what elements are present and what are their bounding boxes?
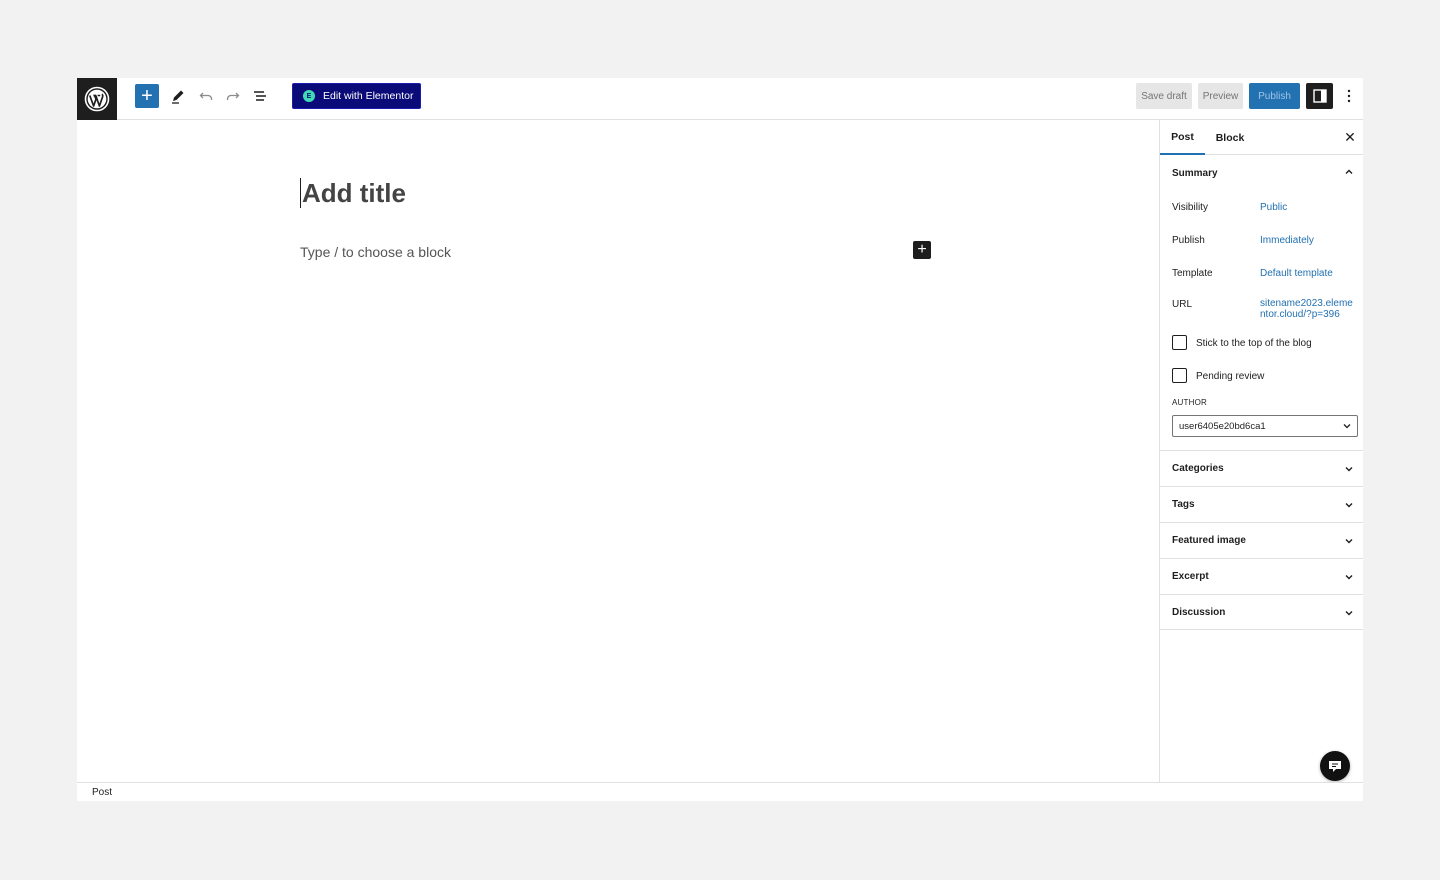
add-block-inline-button[interactable]: + — [913, 241, 931, 259]
tab-block[interactable]: Block — [1210, 120, 1250, 155]
elementor-logo-icon: E — [303, 90, 315, 102]
breadcrumb[interactable]: Post — [92, 787, 112, 798]
add-block-button[interactable]: + — [135, 84, 159, 108]
stick-to-top-label[interactable]: Stick to the top of the blog — [1196, 338, 1312, 349]
summary-panel-header[interactable]: Summary — [1160, 155, 1363, 191]
editor-toolbar: + E Edit with Elementor Save draft Previ… — [77, 78, 1363, 120]
featured-image-title: Featured image — [1172, 535, 1246, 546]
chevron-down-icon — [1345, 575, 1353, 580]
publish-date-link[interactable]: Immediately — [1260, 235, 1314, 246]
plus-icon: + — [141, 85, 153, 107]
template-value-link[interactable]: Default template — [1260, 268, 1333, 279]
undo-icon — [199, 92, 213, 100]
preview-button[interactable]: Preview — [1198, 83, 1243, 109]
plus-icon: + — [917, 241, 927, 258]
discussion-title: Discussion — [1172, 607, 1226, 618]
sidebar-tabs: Post Block ✕ — [1160, 120, 1363, 155]
categories-panel[interactable]: Categories — [1160, 450, 1363, 486]
excerpt-title: Excerpt — [1172, 571, 1209, 582]
chevron-down-icon — [1345, 611, 1353, 616]
visibility-label: Visibility — [1172, 202, 1208, 213]
excerpt-panel[interactable]: Excerpt — [1160, 558, 1363, 594]
publish-button[interactable]: Publish — [1249, 83, 1300, 109]
author-select[interactable]: user6405e20bd6ca1 — [1172, 415, 1358, 437]
chevron-down-icon — [1345, 539, 1353, 544]
wordpress-logo-icon[interactable] — [77, 78, 117, 120]
edit-with-elementor-button[interactable]: E Edit with Elementor — [292, 83, 421, 109]
stick-to-top-checkbox[interactable] — [1172, 335, 1187, 350]
chevron-up-icon — [1345, 169, 1353, 174]
editor-frame: + E Edit with Elementor Save draft Previ… — [77, 78, 1363, 801]
chat-icon — [1329, 761, 1341, 772]
tags-panel[interactable]: Tags — [1160, 486, 1363, 522]
post-title-input[interactable]: Add title — [300, 178, 406, 208]
list-view-icon — [254, 91, 266, 101]
block-placeholder[interactable]: Type / to choose a block — [300, 244, 451, 260]
editor-footer: Post — [77, 782, 1363, 801]
undo-button[interactable] — [194, 84, 218, 108]
visibility-value-link[interactable]: Public — [1260, 202, 1287, 213]
chat-help-button[interactable] — [1320, 751, 1350, 781]
url-value-link[interactable]: sitename2023.elementor.cloud/?p=396 — [1260, 298, 1355, 320]
categories-title: Categories — [1172, 463, 1224, 474]
publish-label: Publish — [1172, 235, 1205, 246]
settings-sidebar: Post Block ✕ Summary Visibility Public P… — [1159, 120, 1363, 782]
more-vertical-icon — [1347, 89, 1351, 103]
template-label: Template — [1172, 268, 1213, 279]
redo-icon — [226, 92, 240, 100]
elementor-button-label: Edit with Elementor — [323, 90, 414, 102]
chevron-down-icon — [1345, 467, 1353, 472]
tab-post[interactable]: Post — [1160, 120, 1205, 155]
editor-canvas[interactable]: Add title Type / to choose a block + — [77, 120, 1159, 782]
close-icon[interactable]: ✕ — [1342, 129, 1358, 145]
sidebar-panel-icon — [1312, 89, 1327, 103]
pending-review-checkbox[interactable] — [1172, 368, 1187, 383]
chevron-down-icon — [1343, 424, 1351, 429]
featured-image-panel[interactable]: Featured image — [1160, 522, 1363, 558]
pending-review-label[interactable]: Pending review — [1196, 371, 1264, 382]
url-label: URL — [1172, 299, 1193, 310]
edit-tool-button[interactable] — [166, 84, 190, 108]
options-menu-button[interactable] — [1339, 83, 1359, 109]
discussion-panel[interactable]: Discussion — [1160, 594, 1363, 630]
summary-title: Summary — [1172, 168, 1218, 179]
author-select-value: user6405e20bd6ca1 — [1179, 420, 1266, 432]
settings-toggle-button[interactable] — [1306, 83, 1333, 109]
document-overview-button[interactable] — [248, 84, 272, 108]
pencil-icon — [172, 90, 184, 104]
author-label: AUTHOR — [1172, 398, 1207, 407]
chevron-down-icon — [1345, 503, 1353, 508]
redo-button[interactable] — [221, 84, 245, 108]
tags-title: Tags — [1172, 499, 1195, 510]
save-draft-button[interactable]: Save draft — [1136, 83, 1192, 109]
